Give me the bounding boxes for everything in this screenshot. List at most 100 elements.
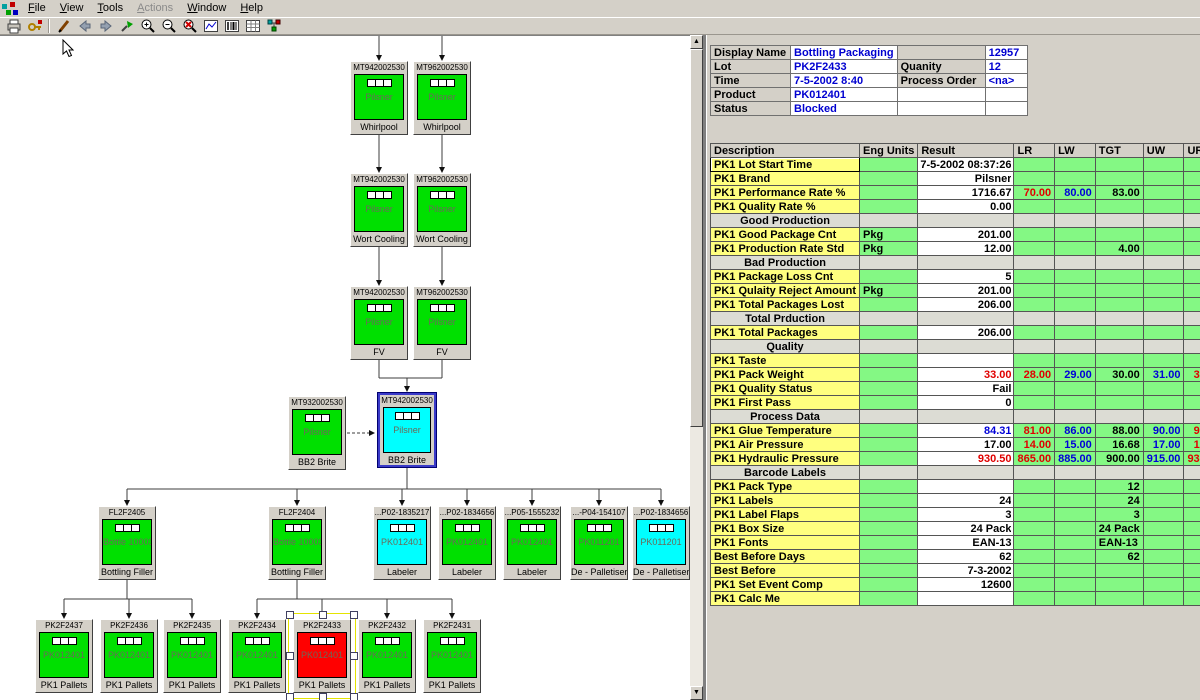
- barcode-icon[interactable]: [221, 18, 242, 34]
- description-cell[interactable]: PK1 Brand: [711, 172, 860, 186]
- selection-handle[interactable]: [286, 652, 294, 660]
- print-icon[interactable]: [3, 18, 24, 34]
- selection-handle[interactable]: [319, 693, 327, 700]
- result-cell[interactable]: 201.00: [918, 228, 1014, 242]
- menu-window[interactable]: Window: [180, 1, 233, 16]
- description-cell[interactable]: PK1 Labels: [711, 494, 860, 508]
- edit-pencil-icon[interactable]: [53, 18, 74, 34]
- go-icon[interactable]: [116, 18, 137, 34]
- zoom-out-icon[interactable]: [158, 18, 179, 34]
- description-cell[interactable]: PK1 Production Rate Std: [711, 242, 860, 256]
- selection-handle[interactable]: [319, 611, 327, 619]
- result-cell[interactable]: EAN-13: [918, 536, 1014, 550]
- description-cell[interactable]: PK1 Quality Rate %: [711, 200, 860, 214]
- menu-tools[interactable]: Tools: [90, 1, 130, 16]
- description-cell[interactable]: PK1 Pack Weight: [711, 368, 860, 382]
- result-cell[interactable]: 206.00: [918, 298, 1014, 312]
- description-cell[interactable]: PK1 Taste: [711, 354, 860, 368]
- scroll-up-icon[interactable]: ▲: [690, 35, 703, 49]
- description-cell[interactable]: PK1 Label Flaps: [711, 508, 860, 522]
- description-cell[interactable]: PK1 Performance Rate %: [711, 186, 860, 200]
- node-MT942002530[interactable]: MT942002530PilsnerWhirlpool: [350, 61, 408, 135]
- menu-help[interactable]: Help: [233, 1, 270, 16]
- diagram-vertical-scrollbar[interactable]: ▲ ▼: [690, 35, 703, 700]
- description-cell[interactable]: PK1 Total Packages: [711, 326, 860, 340]
- menu-file[interactable]: File: [21, 1, 53, 16]
- result-cell[interactable]: 5: [918, 270, 1014, 284]
- description-cell[interactable]: Best Before Days: [711, 550, 860, 564]
- result-cell[interactable]: 12.00: [918, 242, 1014, 256]
- zoom-reset-icon[interactable]: [179, 18, 200, 34]
- result-cell[interactable]: Pilsner: [918, 172, 1014, 186]
- description-cell[interactable]: PK1 Set Event Comp: [711, 578, 860, 592]
- result-cell[interactable]: 12600: [918, 578, 1014, 592]
- result-cell[interactable]: 0: [918, 396, 1014, 410]
- result-cell[interactable]: 930.50: [918, 452, 1014, 466]
- back-arrow-icon[interactable]: [74, 18, 95, 34]
- result-cell[interactable]: 7-3-2002: [918, 564, 1014, 578]
- node-MT942002530[interactable]: MT942002530PilsnerFV: [350, 286, 408, 360]
- node-PK2F2434[interactable]: PK2F2434PK012401PK1 Pallets: [228, 619, 286, 693]
- description-cell[interactable]: PK1 Qulaity Reject Amount: [711, 284, 860, 298]
- result-cell[interactable]: 7-5-2002 08:37:26: [918, 158, 1014, 172]
- pane-divider[interactable]: [703, 35, 707, 700]
- node-PK2F2435[interactable]: PK2F2435PK012401PK1 Pallets: [163, 619, 221, 693]
- scroll-down-icon[interactable]: ▼: [690, 686, 703, 700]
- result-cell[interactable]: [918, 592, 1014, 606]
- result-cell[interactable]: 0.00: [918, 200, 1014, 214]
- result-cell[interactable]: 1716.67: [918, 186, 1014, 200]
- result-cell[interactable]: 17.00: [918, 438, 1014, 452]
- node-P04154107[interactable]: ...-P04-154107PK011201De - Palletiser: [570, 506, 628, 580]
- result-cell[interactable]: 24: [918, 494, 1014, 508]
- result-cell[interactable]: 206.00: [918, 326, 1014, 340]
- scrollbar-thumb[interactable]: [690, 49, 703, 427]
- result-cell[interactable]: Fail: [918, 382, 1014, 396]
- forward-arrow-icon[interactable]: [95, 18, 116, 34]
- result-cell[interactable]: 33.00: [918, 368, 1014, 382]
- description-cell[interactable]: PK1 Quality Status: [711, 382, 860, 396]
- description-cell[interactable]: PK1 Pack Type: [711, 480, 860, 494]
- node-PK2F2431[interactable]: PK2F2431PK012401PK1 Pallets: [423, 619, 481, 693]
- result-cell[interactable]: 201.00: [918, 284, 1014, 298]
- result-cell[interactable]: [918, 354, 1014, 368]
- node-PK2F2432[interactable]: PK2F2432PK012401PK1 Pallets: [358, 619, 416, 693]
- result-cell[interactable]: 84.31: [918, 424, 1014, 438]
- trend-icon[interactable]: [200, 18, 221, 34]
- grid-icon[interactable]: [242, 18, 263, 34]
- result-cell[interactable]: [918, 480, 1014, 494]
- description-cell[interactable]: PK1 Package Loss Cnt: [711, 270, 860, 284]
- result-cell[interactable]: 24 Pack: [918, 522, 1014, 536]
- node-FL2F2404[interactable]: FL2F2404Bottle 10003Bottling Filler: [268, 506, 326, 580]
- description-cell[interactable]: PK1 Box Size: [711, 522, 860, 536]
- genealogy-icon[interactable]: [263, 18, 284, 34]
- node-FL2F2405[interactable]: FL2F2405Bottle 10003Bottling Filler: [98, 506, 156, 580]
- node-P021835217[interactable]: ...P02-1835217PK012401Labeler: [373, 506, 431, 580]
- menu-view[interactable]: View: [53, 1, 91, 16]
- description-cell[interactable]: PK1 Good Package Cnt: [711, 228, 860, 242]
- node-MT962002530[interactable]: MT962002530PilsnerWhirlpool: [413, 61, 471, 135]
- menu-actions[interactable]: Actions: [130, 1, 180, 16]
- selection-handle[interactable]: [286, 693, 294, 700]
- node-P051555232[interactable]: ...P05-1555232PK012401Labeler: [503, 506, 561, 580]
- selection-handle[interactable]: [350, 652, 358, 660]
- description-cell[interactable]: PK1 Glue Temperature: [711, 424, 860, 438]
- genealogy-canvas[interactable]: MT942002530PilsnerWhirlpoolMT962002530Pi…: [0, 35, 690, 700]
- description-cell[interactable]: Best Before: [711, 564, 860, 578]
- node-MT962002530[interactable]: MT962002530PilsnerWort Cooling: [413, 173, 471, 247]
- description-cell[interactable]: PK1 Total Packages Lost: [711, 298, 860, 312]
- description-cell[interactable]: PK1 Calc Me: [711, 592, 860, 606]
- selection-handle[interactable]: [350, 693, 358, 700]
- permissions-key-icon[interactable]: [24, 18, 45, 34]
- selection-handle[interactable]: [350, 611, 358, 619]
- node-P021834656[interactable]: ...P02-1834656PK011201De - Palletiser: [632, 506, 690, 580]
- node-MT942002530[interactable]: MT942002530PilsnerBB2 Brite: [378, 393, 436, 467]
- description-cell[interactable]: PK1 First Pass: [711, 396, 860, 410]
- description-cell[interactable]: PK1 Fonts: [711, 536, 860, 550]
- node-PK2F2436[interactable]: PK2F2436PK012401PK1 Pallets: [100, 619, 158, 693]
- description-cell[interactable]: PK1 Air Pressure: [711, 438, 860, 452]
- node-MT932002530[interactable]: MT932002530PilsnerBB2 Brite: [288, 396, 346, 470]
- selection-handle[interactable]: [286, 611, 294, 619]
- node-MT962002530[interactable]: MT962002530PilsnerFV: [413, 286, 471, 360]
- node-MT942002530[interactable]: MT942002530PilsnerWort Cooling: [350, 173, 408, 247]
- result-cell[interactable]: 3: [918, 508, 1014, 522]
